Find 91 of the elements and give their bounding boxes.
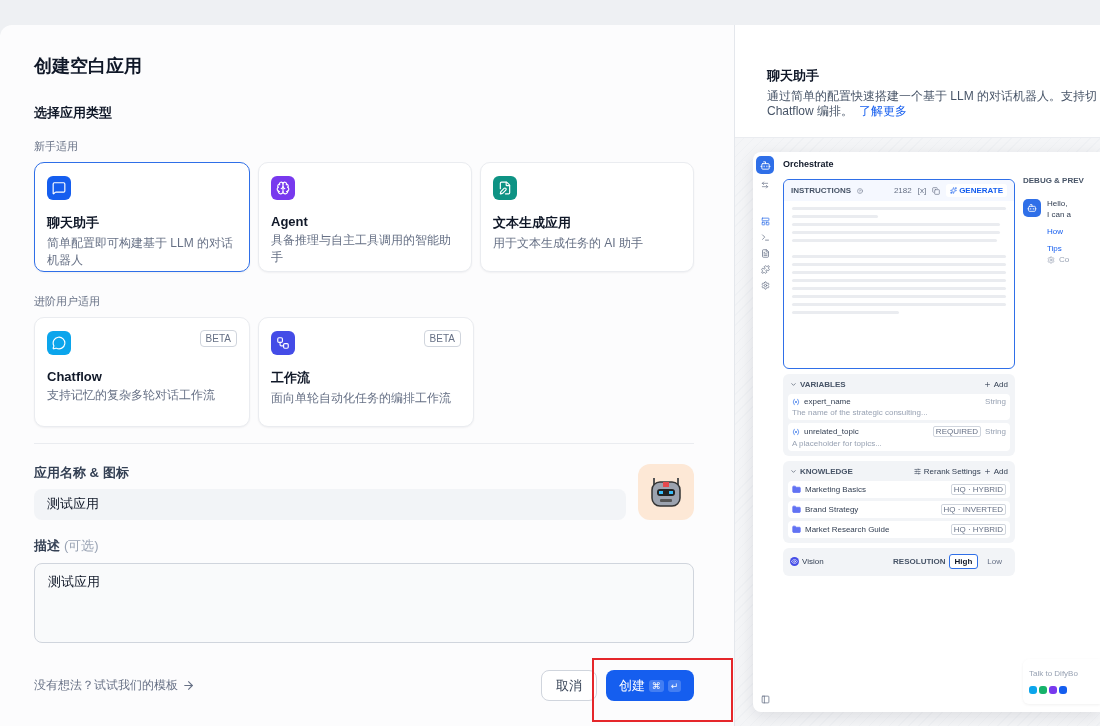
card-title: Agent (271, 214, 309, 229)
app-type-card[interactable]: Agent 具备推理与自主工具调用的智能助手 (258, 162, 472, 272)
variable-shortcut: [x] (917, 186, 927, 195)
chevron-icon (790, 381, 797, 388)
beta-badge: BETA (423, 330, 461, 347)
card-title: Chatflow (47, 369, 103, 384)
chevron-icon (790, 468, 797, 475)
app-type-card[interactable]: 聊天助手 简单配置即可构建基于 LLM 的对话机器人 (34, 162, 250, 272)
app-icon-button[interactable] (638, 464, 694, 520)
chat-message-line: I can a (1047, 210, 1071, 219)
variable-type: String (985, 397, 1006, 406)
card-title: 工作流 (271, 369, 311, 387)
eye-icon (790, 557, 799, 566)
document-icon (760, 249, 770, 258)
group-label: 进阶用户适用 (34, 294, 101, 309)
card-title: 聊天助手 (47, 214, 100, 232)
variable-icon (792, 397, 800, 406)
card-description: 用于文本生成任务的 AI 助手 (493, 235, 644, 252)
learn-more-link[interactable]: 了解更多 (859, 104, 908, 118)
variable-icon (792, 427, 800, 436)
preview-title: 聊天助手 (767, 67, 820, 85)
swap-icon (761, 181, 769, 189)
gear-icon (760, 281, 770, 290)
orchestrate-title: Orchestrate (783, 159, 835, 169)
app-type-card[interactable]: BETA 工作流 面向单轮自动化任务的编排工作流 (258, 317, 474, 427)
optional-hint: (可选) (64, 538, 99, 553)
group-label: 新手适用 (34, 139, 79, 154)
sliders-icon (913, 468, 921, 475)
section-label: KNOWLEDGE (800, 467, 853, 476)
card-description: 面向单轮自动化任务的编排工作流 (271, 390, 452, 407)
bot-icon (756, 156, 774, 174)
required-tag: REQUIRED (932, 426, 982, 437)
index-tag: HQ · INVERTED (940, 504, 1006, 515)
add-label: Add (993, 380, 1008, 389)
index-tag: HQ · HYBRID (950, 484, 1006, 495)
shortcut-key: ↵ (667, 679, 682, 692)
puzzle-icon (760, 265, 770, 274)
card-description: 简单配置即可构建基于 LLM 的对话机器人 (47, 235, 234, 269)
add-label: Add (993, 467, 1008, 476)
variable-type: String (985, 427, 1006, 436)
rerank-settings: Rerank Settings (923, 467, 981, 476)
folder-icon (792, 485, 801, 494)
chat-placeholder: Talk to DifyBo (1029, 669, 1078, 678)
variable-name: expert_name (804, 397, 851, 406)
card-description: 支持记忆的复杂多轮对话工作流 (47, 387, 216, 404)
arrow-right-icon (182, 679, 195, 692)
shortcut-key: ⌘ (648, 679, 664, 692)
template-link[interactable]: 没有想法？试试我们的模板 (34, 677, 195, 694)
folder-icon (792, 525, 801, 534)
knowledge-name: Marketing Basics (805, 485, 866, 494)
chat-note: Co (1059, 255, 1070, 264)
create-button[interactable]: 创建 ⌘ ↵ (606, 670, 694, 701)
knowledge-name: Market Research Guide (805, 525, 890, 534)
beta-badge: BETA (199, 330, 237, 347)
variable-name: unrelated_topic (804, 427, 859, 436)
section-label: VARIABLES (800, 380, 846, 389)
debug-heading: DEBUG & PREV (1023, 176, 1085, 185)
knowledge-name: Brand Strategy (805, 505, 859, 514)
bot-icon (1023, 199, 1041, 217)
section-heading: 选择应用类型 (34, 104, 113, 122)
layout-icon (760, 217, 770, 226)
char-count: 2182 (893, 186, 912, 195)
plus-icon (983, 381, 991, 388)
plus-icon (983, 468, 991, 475)
field-label: 应用名称 & 图标 (34, 464, 130, 482)
card-title: 文本生成应用 (493, 214, 572, 232)
cancel-button[interactable]: 取消 (541, 670, 597, 701)
index-tag: HQ · HYBRID (950, 524, 1006, 535)
variable-description: A placeholder for topics... (792, 439, 883, 448)
section-label: INSTRUCTIONS (791, 186, 851, 195)
terminal-icon (760, 233, 770, 242)
gear-icon (1047, 255, 1055, 264)
resolution-label: RESOLUTION (893, 557, 946, 566)
sidebar-toggle-icon (760, 695, 770, 704)
description-input[interactable]: 测试应用 (34, 563, 694, 643)
resolution-option: Low (981, 554, 1008, 569)
field-label: 描述 (可选) (34, 537, 100, 555)
name-input[interactable]: 测试应用 (34, 488, 626, 520)
chat-message-line: Hello, (1047, 199, 1069, 208)
preview-description: 通过简单的配置快速搭建一个基于 LLM 的对话机器人。支持切 Chatflow 编排。 了解更多 (767, 89, 1098, 119)
app-type-card[interactable]: BETA Chatflow 支持记忆的复杂多轮对话工作流 (34, 317, 250, 427)
help-icon (857, 187, 863, 194)
vision-label: Vision (802, 557, 824, 566)
dialog-title: 创建空白应用 (34, 55, 143, 77)
resolution-option: High (948, 554, 979, 569)
copy-icon (932, 186, 941, 195)
sparkle-icon (950, 187, 958, 194)
app-type-card[interactable]: 文本生成应用 用于文本生成任务的 AI 助手 (480, 162, 694, 272)
card-description: 具备推理与自主工具调用的智能助手 (271, 232, 452, 266)
variable-description: The name of the strategic consulting... (792, 408, 929, 417)
folder-icon (792, 505, 801, 514)
